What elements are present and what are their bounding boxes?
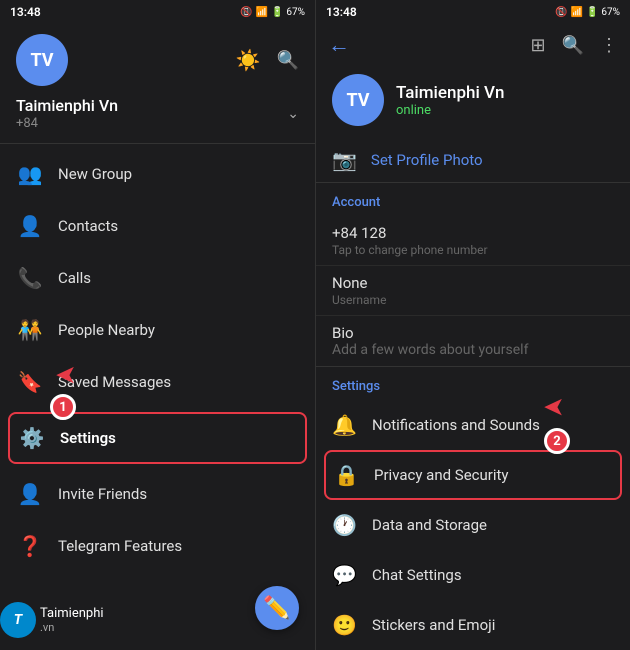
account-section-header: Account: [316, 183, 630, 216]
user-name: Taimienphi Vn: [16, 96, 118, 115]
chat-settings-icon: 💬: [332, 563, 356, 587]
right-header: ← ⊞ 🔍 ⋮: [316, 24, 630, 66]
settings-privacy[interactable]: 🔒 Privacy and Security: [324, 450, 622, 500]
status-bar-left: 13:48 📵 📶 🔋 67%: [0, 0, 315, 24]
step-2-circle: 2: [544, 428, 570, 454]
right-panel: 13:48 📵 📶 🔋 67% ← ⊞ 🔍 ⋮ TV Taimienphi Vn…: [315, 0, 630, 650]
arrow-1: ➤: [55, 360, 77, 390]
menu-item-saved-messages[interactable]: 🔖 Saved Messages: [0, 356, 315, 408]
time-right: 13:48: [326, 5, 357, 19]
compose-icon: ✏️: [263, 596, 290, 621]
brightness-icon[interactable]: ☀️: [236, 48, 261, 72]
settings-section-header: Settings: [316, 367, 630, 400]
settings-chat-settings[interactable]: 💬 Chat Settings: [316, 550, 630, 600]
bio-placeholder: Add a few words about yourself: [332, 342, 614, 358]
arrow-2: ➤: [543, 392, 565, 422]
menu-item-new-group[interactable]: 👥 New Group: [0, 148, 315, 200]
watermark-logo: T: [0, 602, 36, 638]
more-icon[interactable]: ⋮: [600, 35, 618, 56]
watermark: T Taimienphi .vn: [0, 602, 104, 638]
menu-list: 👥 New Group 👤 Contacts 📞 Calls 🧑‍🤝‍🧑 Peo…: [0, 148, 315, 572]
set-profile-photo[interactable]: 📷 Set Profile Photo: [316, 138, 630, 183]
people-nearby-icon: 🧑‍🤝‍🧑: [16, 316, 44, 344]
menu-label-contacts: Contacts: [58, 217, 118, 235]
status-bar-right: 13:48 📵 📶 🔋 67%: [316, 0, 630, 24]
bio-item[interactable]: Bio Add a few words about yourself: [316, 316, 630, 367]
menu-item-calls[interactable]: 📞 Calls: [0, 252, 315, 304]
back-icon[interactable]: ←: [328, 32, 350, 58]
left-panel: 13:48 📵 📶 🔋 67% TV ☀️ 🔍 Taimienphi Vn +8…: [0, 0, 315, 650]
new-group-icon: 👥: [16, 160, 44, 188]
camera-icon: 📷: [332, 148, 357, 172]
settings-data-storage[interactable]: 🕐 Data and Storage: [316, 500, 630, 550]
left-header: TV ☀️ 🔍: [0, 24, 315, 96]
time-left: 13:48: [10, 5, 41, 19]
telegram-features-icon: ❓: [16, 532, 44, 560]
settings-icon: ⚙️: [18, 424, 46, 452]
data-storage-icon: 🕐: [332, 513, 356, 537]
menu-item-telegram-features[interactable]: ❓ Telegram Features: [0, 520, 315, 572]
header-action-icons: ⊞ 🔍 ⋮: [530, 35, 618, 56]
notifications-label: Notifications and Sounds: [372, 416, 540, 434]
data-storage-label: Data and Storage: [372, 516, 487, 534]
menu-label-invite-friends: Invite Friends: [58, 485, 147, 503]
profile-avatar[interactable]: TV: [332, 74, 384, 126]
invite-friends-icon: 👤: [16, 480, 44, 508]
status-icons-left: 📵 📶 🔋 67%: [240, 7, 305, 18]
saved-messages-icon: 🔖: [16, 368, 44, 396]
divider: [0, 143, 315, 144]
phone-item[interactable]: +84 128 Tap to change phone number: [316, 216, 630, 266]
privacy-container: 🔒 Privacy and Security 2 ➤: [316, 450, 630, 500]
stickers-icon: 🙂: [332, 613, 356, 637]
username-value: None: [332, 274, 614, 292]
menu-label-people-nearby: People Nearby: [58, 321, 155, 339]
search-icon-right[interactable]: 🔍: [562, 35, 584, 56]
status-icons-right: 📵 📶 🔋 67%: [555, 7, 620, 18]
chat-settings-label: Chat Settings: [372, 566, 462, 584]
profile-name: Taimienphi Vn: [396, 83, 504, 103]
avatar[interactable]: TV: [16, 34, 68, 86]
compose-fab[interactable]: ✏️: [255, 586, 299, 630]
phone-hint: Tap to change phone number: [332, 243, 614, 257]
menu-label-calls: Calls: [58, 269, 91, 287]
settings-stickers[interactable]: 🙂 Stickers and Emoji: [316, 600, 630, 650]
phone-value: +84 128: [332, 224, 614, 242]
bio-label: Bio: [332, 324, 614, 342]
watermark-sub: .vn: [40, 621, 104, 634]
menu-label-new-group: New Group: [58, 165, 132, 183]
menu-item-settings[interactable]: ⚙️ Settings: [8, 412, 307, 464]
search-icon[interactable]: 🔍: [277, 50, 299, 71]
privacy-icon: 🔒: [334, 463, 358, 487]
set-photo-label: Set Profile Photo: [371, 151, 483, 169]
username-label: Username: [332, 293, 614, 307]
username-item[interactable]: None Username: [316, 266, 630, 316]
notifications-icon: 🔔: [332, 413, 356, 437]
profile-section: TV Taimienphi Vn online: [316, 66, 630, 138]
stickers-label: Stickers and Emoji: [372, 616, 495, 634]
menu-item-invite-friends[interactable]: 👤 Invite Friends: [0, 468, 315, 520]
user-info: Taimienphi Vn +84 ⌄: [0, 96, 315, 139]
settings-notifications[interactable]: 🔔 Notifications and Sounds: [316, 400, 630, 450]
user-phone: +84: [16, 116, 118, 131]
menu-label-telegram-features: Telegram Features: [58, 537, 182, 555]
grid-icon[interactable]: ⊞: [530, 35, 545, 56]
contacts-icon: 👤: [16, 212, 44, 240]
menu-item-people-nearby[interactable]: 🧑‍🤝‍🧑 People Nearby: [0, 304, 315, 356]
privacy-label: Privacy and Security: [374, 466, 509, 484]
menu-label-settings: Settings: [60, 429, 116, 447]
menu-item-contacts[interactable]: 👤 Contacts: [0, 200, 315, 252]
chevron-down-icon[interactable]: ⌄: [287, 106, 299, 122]
step-1-circle: 1: [50, 394, 76, 420]
profile-status: online: [396, 103, 504, 118]
calls-icon: 📞: [16, 264, 44, 292]
watermark-name: Taimienphi: [40, 606, 104, 622]
